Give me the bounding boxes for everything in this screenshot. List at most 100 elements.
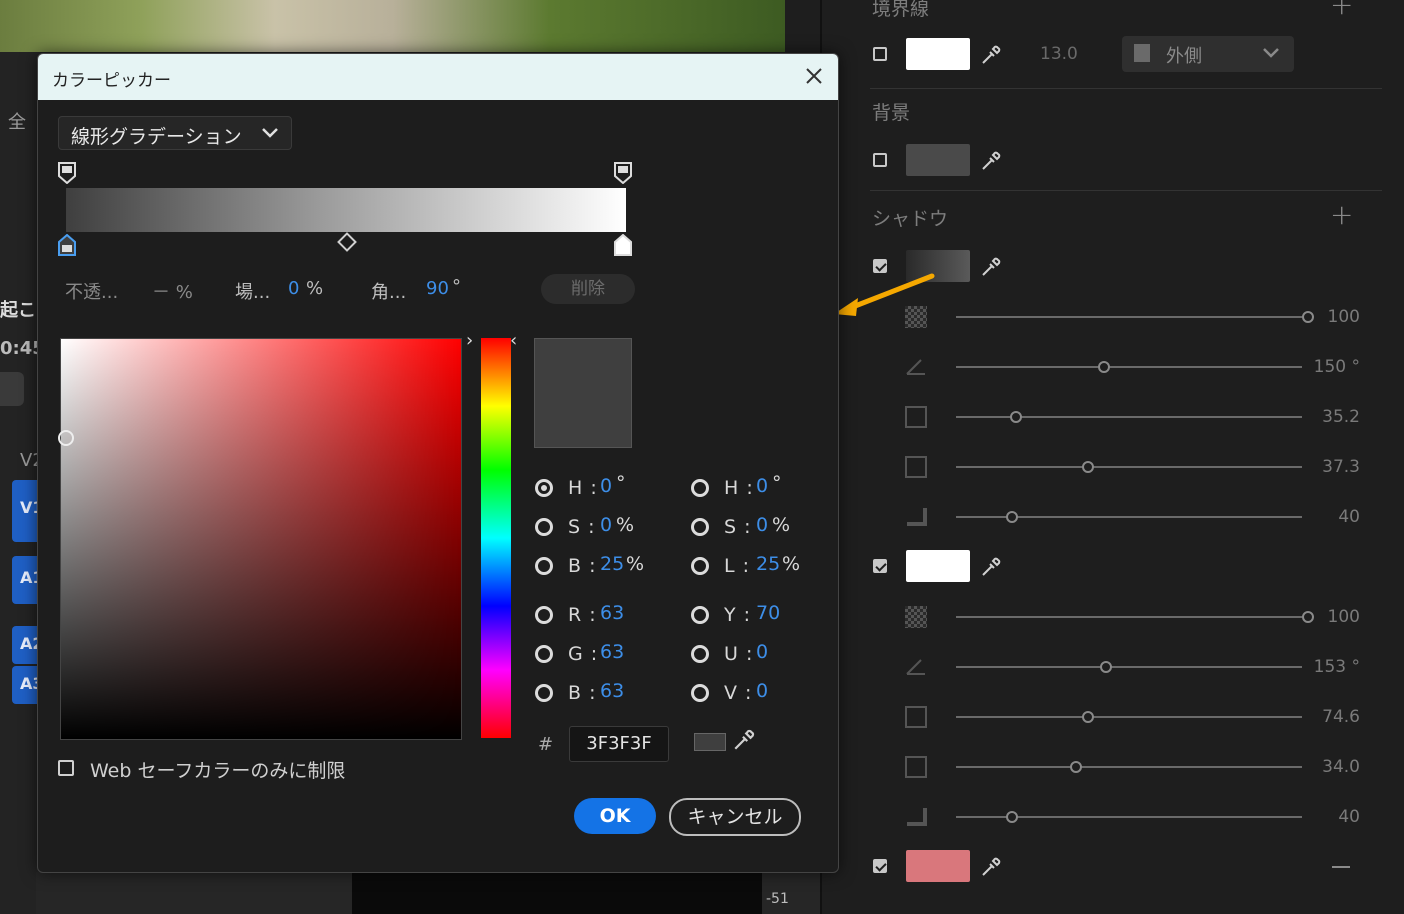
blur-slider-knob[interactable] [1006,511,1018,523]
cancel-button[interactable]: キャンセル [669,798,801,836]
radio-s-hsb[interactable] [535,518,553,536]
stroke-size-value[interactable]: 13.0 [1040,44,1078,64]
close-icon[interactable] [802,64,826,88]
field-cursor[interactable] [58,430,74,446]
radio-h-hsl[interactable] [691,479,709,497]
angle-slider-knob[interactable] [1100,661,1112,673]
distance-value[interactable]: 74.6 [1300,707,1360,727]
track-button-a3[interactable]: A3 [12,666,44,704]
background-color-swatch[interactable] [906,144,970,176]
shadow2-color-swatch[interactable] [906,550,970,582]
y-value[interactable]: 70 [756,602,780,624]
eyedropper-icon[interactable] [980,256,1002,278]
size-slider-knob[interactable] [1082,461,1094,473]
gradient-midpoint[interactable] [337,232,357,252]
add-shadow-icon[interactable]: + [1330,198,1353,231]
hue-arrow-left-icon[interactable]: › [466,330,473,351]
distance-value[interactable]: 35.2 [1300,407,1360,427]
size-value[interactable]: 34.0 [1300,757,1360,777]
gradient-bar[interactable] [66,188,626,232]
hue-slider[interactable] [481,338,511,738]
divider [870,190,1382,191]
b-rgb-value[interactable]: 63 [600,680,624,702]
color-stop-left-icon[interactable] [58,234,76,256]
b-value[interactable]: 25 [600,553,624,575]
h-unit: ° [772,472,783,494]
radio-v[interactable] [691,684,709,702]
location-value[interactable]: 0 [288,278,299,299]
saturation-brightness-field[interactable] [60,338,462,740]
radio-y[interactable] [691,606,709,624]
opacity-stop-left-icon[interactable] [58,162,76,184]
blur-slider-knob[interactable] [1006,811,1018,823]
h-value[interactable]: 0 [600,475,612,497]
shadow2-checkbox[interactable] [873,559,887,573]
opacity-slider-track[interactable] [956,316,1302,318]
distance-slider-track[interactable] [956,416,1302,418]
eyedropper-icon[interactable] [980,556,1002,578]
eyedropper-icon[interactable] [980,856,1002,878]
left-button[interactable] [0,372,24,406]
delete-stop-button[interactable]: 削除 [541,274,635,304]
g-value[interactable]: 63 [600,641,624,663]
blur-value[interactable]: 40 [1300,807,1360,827]
distance-slider-knob[interactable] [1010,411,1022,423]
size-slider-track[interactable] [956,466,1302,468]
angle-slider-track[interactable] [956,366,1302,368]
blur-value[interactable]: 40 [1300,507,1360,527]
track-button-v1[interactable]: V1 [12,480,44,542]
h-value[interactable]: 0 [756,475,768,497]
remove-shadow-icon[interactable] [1332,866,1350,868]
s-value[interactable]: 0 [600,514,612,536]
v-value[interactable]: 0 [756,680,768,702]
add-stroke-icon[interactable]: + [1330,0,1353,21]
fill-type-dropdown[interactable]: 線形グラデーション [58,116,292,150]
radio-b-rgb[interactable] [535,684,553,702]
size-slider-track[interactable] [956,766,1302,768]
angle-value[interactable]: 90 [426,278,449,299]
stroke-checkbox[interactable] [873,47,887,61]
size-icon [905,456,927,478]
web-safe-checkbox[interactable] [58,760,74,776]
track-button-a1[interactable]: A1 [12,556,44,604]
radio-b-hsb[interactable] [535,557,553,575]
eyedropper-icon[interactable] [732,728,756,752]
stroke-position-dropdown[interactable]: 外側 [1122,36,1294,72]
eyedropper-icon[interactable] [980,150,1002,172]
angle-slider-track[interactable] [956,666,1302,668]
background-checkbox[interactable] [873,153,887,167]
radio-s-hsl[interactable] [691,518,709,536]
shadow3-checkbox[interactable] [873,859,887,873]
hue-arrow-right-icon[interactable]: ‹ [510,330,517,351]
eyedropper-icon[interactable] [980,44,1002,66]
opacity-slider-track[interactable] [956,616,1302,618]
stroke-color-swatch[interactable] [906,38,970,70]
opacity-value[interactable]: － % [152,278,193,304]
radio-l-hsl[interactable] [691,557,709,575]
radio-g[interactable] [535,645,553,663]
u-value[interactable]: 0 [756,641,768,663]
size-slider-knob[interactable] [1070,761,1082,773]
l-value[interactable]: 25 [756,553,780,575]
angle-value[interactable]: 153 ° [1300,657,1360,677]
r-value[interactable]: 63 [600,602,624,624]
s-value[interactable]: 0 [756,514,768,536]
angle-slider-knob[interactable] [1098,361,1110,373]
radio-u[interactable] [691,645,709,663]
angle-value[interactable]: 150 ° [1300,357,1360,377]
hex-input[interactable]: 3F3F3F [569,726,669,762]
radio-r[interactable] [535,606,553,624]
opacity-value[interactable]: 100 [1300,307,1360,327]
distance-slider-track[interactable] [956,716,1302,718]
radio-h-hsb[interactable] [535,479,553,497]
opacity-value[interactable]: 100 [1300,607,1360,627]
track-button-a2[interactable]: A2 [12,626,44,664]
shadow3-color-swatch[interactable] [906,850,970,882]
opacity-stop-right-icon[interactable] [614,162,632,184]
distance-slider-knob[interactable] [1082,711,1094,723]
s-unit: % [616,514,636,536]
angle-unit: ° [452,276,461,297]
size-value[interactable]: 37.3 [1300,457,1360,477]
color-stop-right-icon[interactable] [614,234,632,256]
ok-button[interactable]: OK [574,798,656,834]
